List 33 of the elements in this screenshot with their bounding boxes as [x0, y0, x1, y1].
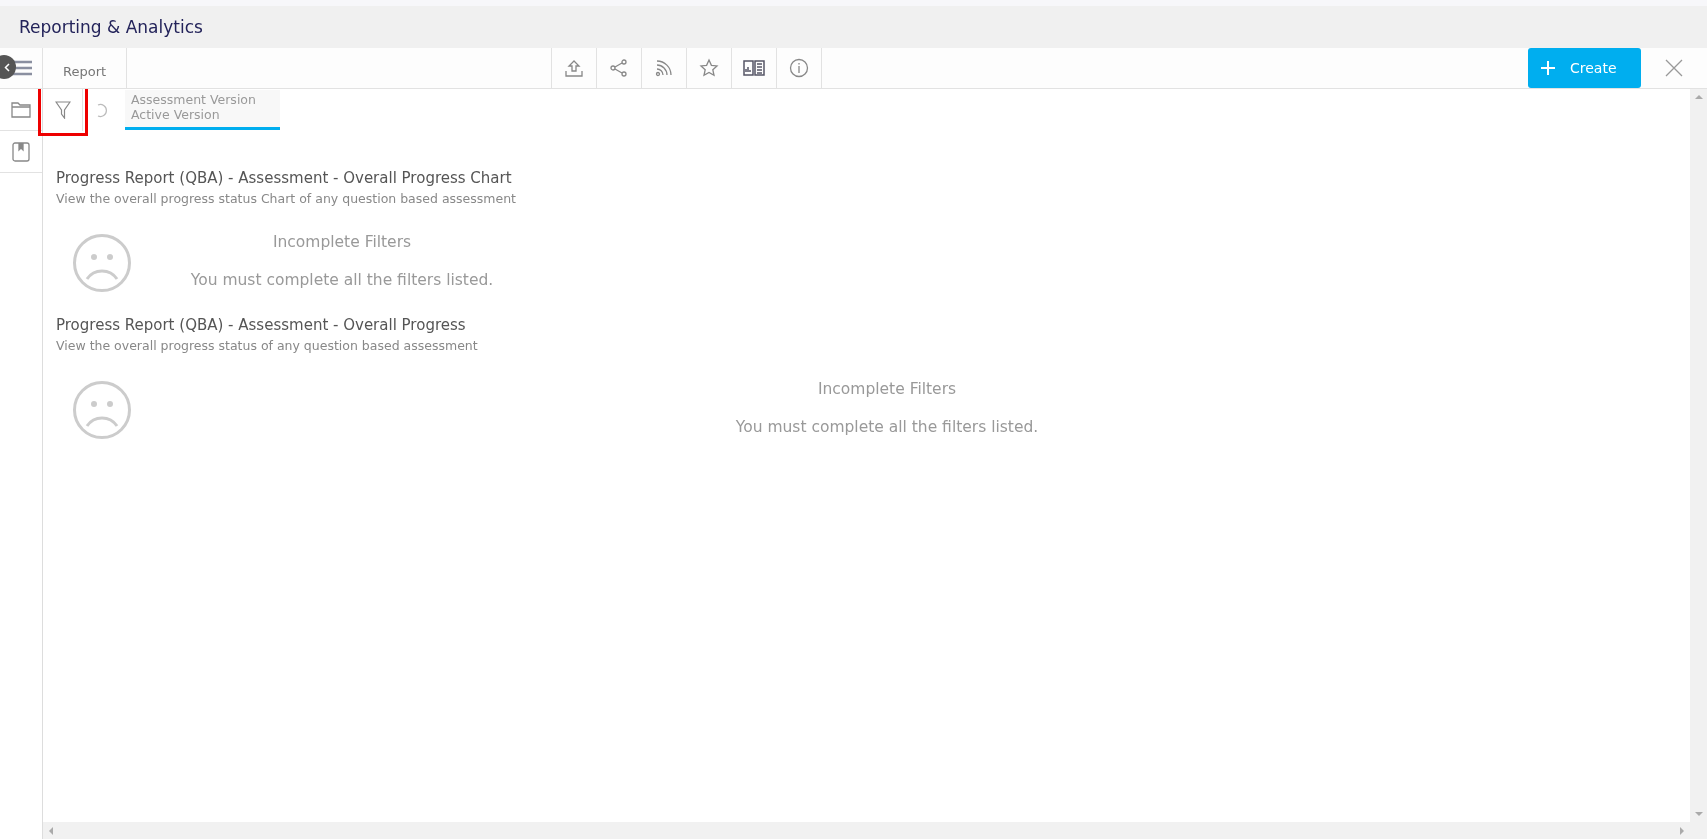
message-text: You must complete all the filters listed. [735, 418, 1039, 436]
filter-icon [54, 101, 71, 119]
message-text: You must complete all the filters listed. [190, 271, 494, 289]
horizontal-scrollbar[interactable] [43, 822, 1707, 839]
rss-icon [655, 59, 674, 77]
vertical-scrollbar[interactable] [1690, 89, 1707, 822]
folder-icon [11, 101, 31, 118]
message-title: Incomplete Filters [272, 233, 412, 251]
scroll-right-icon[interactable] [1678, 826, 1686, 835]
star-icon [699, 58, 720, 78]
report-title: Progress Report (QBA) - Assessment - Overall Progress [56, 316, 467, 334]
undo-icon [96, 102, 110, 118]
scroll-left-icon[interactable] [47, 826, 55, 835]
close-icon [1665, 59, 1683, 77]
bookmark-icon [12, 141, 30, 162]
report-description: View the overall progress status Chart of any question based assessment [56, 191, 517, 206]
share-icon [610, 59, 629, 77]
create-button[interactable]: Create [1528, 48, 1641, 88]
chevron-left-icon [4, 62, 10, 72]
report-description: View the overall progress status of any question based assessment [56, 338, 479, 353]
report-title: Progress Report (QBA) - Assessment - Overall Progress Chart [56, 169, 513, 187]
info-icon [789, 58, 810, 78]
scroll-up-icon[interactable] [1694, 93, 1703, 101]
sad-face-icon [72, 233, 132, 293]
plus-icon [1540, 60, 1556, 76]
scroll-down-icon[interactable] [1694, 810, 1703, 818]
assessment-version-filter[interactable]: Assessment Version Active Version [125, 90, 280, 130]
book-icon [743, 59, 766, 77]
message-title: Incomplete Filters [817, 380, 957, 398]
report-tab[interactable]: Report [43, 48, 128, 88]
app-title: Reporting & Analytics [19, 17, 203, 37]
sad-face-icon [72, 380, 132, 440]
upload-icon [564, 58, 585, 78]
